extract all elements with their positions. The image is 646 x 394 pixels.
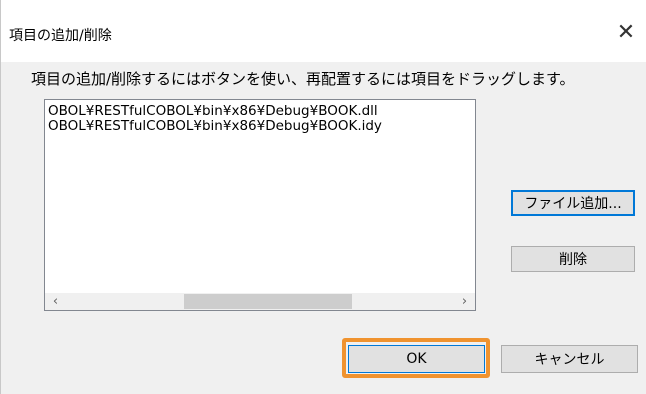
delete-button[interactable]: 削除 [511, 246, 635, 272]
list-items: OBOL¥RESTfulCOBOL¥bin¥x86¥Debug¥BOOK.dll… [45, 104, 475, 134]
close-icon[interactable]: ✕ [606, 12, 646, 52]
list-item[interactable]: OBOL¥RESTfulCOBOL¥bin¥x86¥Debug¥BOOK.idy [45, 119, 475, 134]
add-remove-items-dialog: 項目の追加/削除 ✕ 項目の追加/削除するにはボタンを使い、再配置するには項目を… [0, 0, 646, 394]
scroll-thumb[interactable] [184, 294, 352, 309]
ok-button[interactable]: OK [348, 345, 485, 373]
scroll-right-icon[interactable]: › [456, 293, 473, 310]
scroll-left-icon[interactable]: ‹ [47, 293, 64, 310]
horizontal-scrollbar[interactable]: ‹ › [45, 293, 475, 310]
instruction-text: 項目の追加/削除するにはボタンを使い、再配置するには項目をドラッグします。 [31, 70, 575, 88]
dialog-title: 項目の追加/削除 [9, 28, 112, 44]
items-listbox[interactable]: OBOL¥RESTfulCOBOL¥bin¥x86¥Debug¥BOOK.dll… [44, 99, 476, 311]
cancel-button[interactable]: キャンセル [501, 345, 638, 373]
add-file-button[interactable]: ファイル追加... [511, 190, 635, 216]
list-item[interactable]: OBOL¥RESTfulCOBOL¥bin¥x86¥Debug¥BOOK.dll [45, 104, 475, 119]
title-bar: 項目の追加/削除 ✕ [1, 0, 646, 62]
